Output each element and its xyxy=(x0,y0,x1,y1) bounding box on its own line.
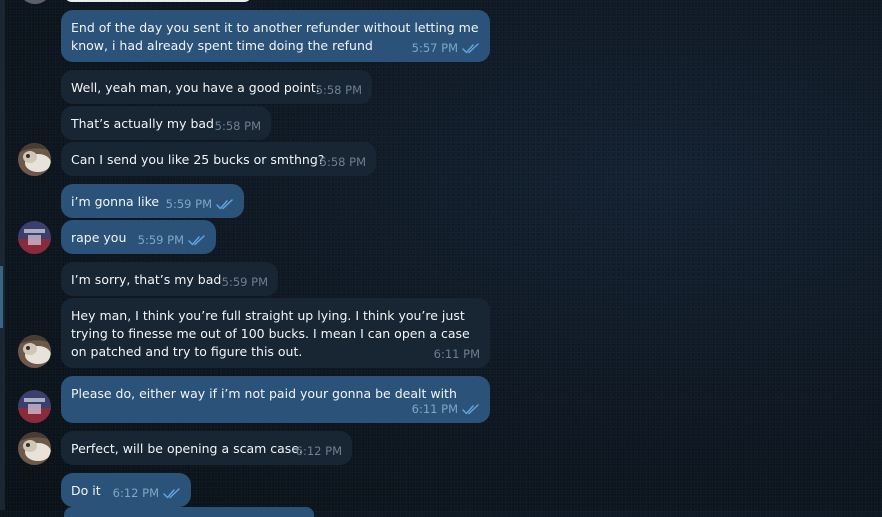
double-check-icon xyxy=(163,487,180,498)
message-meta: 5:57 PM xyxy=(412,39,480,57)
contact-avatar-icon[interactable] xyxy=(18,143,51,176)
outgoing-message[interactable]: rape you 5:59 PM xyxy=(61,220,216,254)
message-time: 5:59 PM xyxy=(221,275,268,289)
scrollbar-thumb[interactable] xyxy=(0,266,3,328)
message-meta: 5:59 PM xyxy=(222,273,268,291)
message-time: 5:58 PM xyxy=(319,155,366,169)
message-time: 5:59 PM xyxy=(137,233,184,247)
outgoing-message[interactable]: Please do, either way if i’m not paid yo… xyxy=(61,376,490,423)
double-check-icon xyxy=(216,198,233,209)
outgoing-message[interactable]: End of the day you sent it to another re… xyxy=(61,10,490,62)
incoming-message[interactable]: Perfect, will be opening a scam case. 6:… xyxy=(61,431,352,465)
double-check-icon xyxy=(188,234,205,245)
message-meta: 5:58 PM xyxy=(320,153,366,171)
message-meta: 5:59 PM xyxy=(138,231,206,249)
message-meta: 5:58 PM xyxy=(316,81,362,99)
user-avatar-icon[interactable] xyxy=(18,221,51,254)
message-meta: 6:11 PM xyxy=(412,400,480,418)
incoming-message[interactable]: That’s actually my bad 5:58 PM xyxy=(61,106,271,140)
double-check-icon xyxy=(462,42,479,53)
avatar-partial xyxy=(18,0,52,4)
incoming-message[interactable]: Well, yeah man, you have a good point. 5… xyxy=(61,70,372,104)
message-time: 5:57 PM xyxy=(411,41,458,55)
incoming-message[interactable]: Hey man, I think you’re full straight up… xyxy=(61,298,490,368)
message-time: 5:58 PM xyxy=(315,83,362,97)
message-text: Hey man, I think you’re full straight up… xyxy=(71,308,474,359)
message-time: 6:12 PM xyxy=(112,486,159,500)
message-time: 5:58 PM xyxy=(214,119,261,133)
message-time: 6:11 PM xyxy=(411,402,458,416)
message-time: 6:12 PM xyxy=(295,444,342,458)
message-meta: 5:58 PM xyxy=(215,117,261,135)
outgoing-message[interactable]: i’m gonna like 5:59 PM xyxy=(61,184,244,218)
message-bubble-partial xyxy=(64,0,252,2)
contact-avatar-icon[interactable] xyxy=(18,432,51,465)
message-meta: 6:12 PM xyxy=(296,442,342,460)
message-time: 5:59 PM xyxy=(165,197,212,211)
outgoing-message[interactable]: Do it 6:12 PM xyxy=(61,473,191,507)
incoming-message[interactable]: I’m sorry, that’s my bad 5:59 PM xyxy=(61,262,278,296)
message-meta: 5:59 PM xyxy=(166,195,234,213)
incoming-message[interactable]: Can I send you like 25 bucks or smthng? … xyxy=(61,142,376,176)
message-meta: 6:12 PM xyxy=(113,484,181,502)
double-check-icon xyxy=(462,403,479,414)
user-avatar-icon[interactable] xyxy=(18,390,51,423)
message-bubble-partial xyxy=(64,507,314,517)
message-meta: 6:11 PM xyxy=(434,345,480,363)
message-time: 6:11 PM xyxy=(433,347,480,361)
contact-avatar-icon[interactable] xyxy=(18,335,51,368)
chat-list-edge xyxy=(0,0,5,510)
